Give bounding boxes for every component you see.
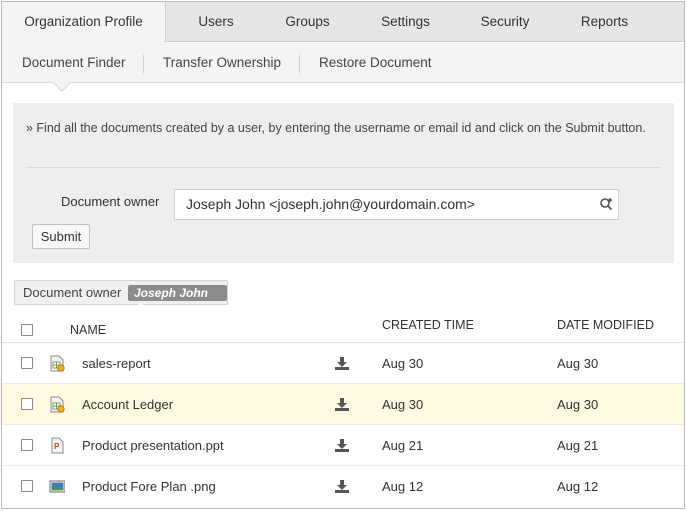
owner-filter-chip: Document owner Joseph John @ xyxy=(14,280,228,316)
divider xyxy=(143,55,144,73)
table-row[interactable]: P Product presentation.ppt Aug 21 Aug 21 xyxy=(2,425,684,466)
file-name[interactable]: Product presentation.ppt xyxy=(82,438,224,453)
tab-users[interactable]: Users xyxy=(166,2,266,42)
table-row[interactable]: sales-report Aug 30 Aug 30 xyxy=(2,343,684,384)
date-modified: Aug 21 xyxy=(557,438,599,453)
document-owner-input[interactable]: Joseph John <joseph.john@yourdomain.com> xyxy=(174,189,619,220)
divider xyxy=(26,167,661,168)
file-name[interactable]: Account Ledger xyxy=(82,397,173,412)
created-time: Aug 12 xyxy=(382,479,424,494)
date-modified: Aug 30 xyxy=(557,397,599,412)
divider xyxy=(299,55,300,73)
row-checkbox[interactable] xyxy=(21,357,33,369)
tab-reports[interactable]: Reports xyxy=(548,2,661,42)
created-time: Aug 21 xyxy=(382,438,424,453)
tab-groups[interactable]: Groups xyxy=(266,2,349,42)
row-checkbox[interactable] xyxy=(21,480,33,492)
file-name[interactable]: Product Fore Plan .png xyxy=(82,479,216,494)
tab-settings[interactable]: Settings xyxy=(349,2,462,42)
subtab-document-finder[interactable]: Document Finder xyxy=(22,43,126,83)
spreadsheet-icon xyxy=(50,355,65,372)
download-icon[interactable] xyxy=(334,396,350,412)
column-created-time[interactable]: CREATED TIME xyxy=(382,318,474,332)
table-row[interactable]: Account Ledger Aug 30 Aug 30 xyxy=(2,384,684,425)
date-modified: Aug 30 xyxy=(557,356,599,371)
column-name[interactable]: NAME xyxy=(70,323,106,337)
owner-tag[interactable]: Joseph John @ xyxy=(128,285,227,316)
column-date-modified[interactable]: DATE MODIFIED xyxy=(557,318,654,332)
subtab-restore-document[interactable]: Restore Document xyxy=(319,43,432,83)
document-owner-label: Document owner xyxy=(61,194,160,209)
download-icon[interactable] xyxy=(334,437,350,453)
active-subtab-pointer xyxy=(54,82,70,90)
date-modified: Aug 12 xyxy=(557,479,599,494)
filter-label: Document owner xyxy=(23,285,122,300)
image-icon xyxy=(49,480,65,493)
submit-button[interactable]: Submit xyxy=(32,224,90,249)
spreadsheet-icon xyxy=(50,396,65,413)
tab-organization-profile[interactable]: Organization Profile xyxy=(2,2,166,43)
finder-hint: » Find all the documents created by a us… xyxy=(26,121,646,135)
table-row[interactable]: Product Fore Plan .png Aug 12 Aug 12 xyxy=(2,466,684,507)
row-checkbox[interactable] xyxy=(21,439,33,451)
download-icon[interactable] xyxy=(334,478,350,494)
top-tab-bar: Organization Profile Users Groups Settin… xyxy=(2,2,684,43)
download-icon[interactable] xyxy=(334,355,350,371)
user-lookup-icon[interactable] xyxy=(598,196,614,212)
table-header: NAME CREATED TIME DATE MODIFIED xyxy=(2,307,684,343)
file-name[interactable]: sales-report xyxy=(82,356,151,371)
created-time: Aug 30 xyxy=(382,397,424,412)
select-all-checkbox[interactable] xyxy=(21,324,33,336)
finder-panel: » Find all the documents created by a us… xyxy=(13,103,674,263)
tab-security[interactable]: Security xyxy=(462,2,548,42)
created-time: Aug 30 xyxy=(382,356,424,371)
document-finder-window: Organization Profile Users Groups Settin… xyxy=(1,1,685,509)
sub-tab-bar: Document Finder Transfer Ownership Resto… xyxy=(2,43,684,83)
row-checkbox[interactable] xyxy=(21,398,33,410)
presentation-icon: P xyxy=(51,437,64,454)
subtab-transfer-ownership[interactable]: Transfer Ownership xyxy=(163,43,281,83)
svg-text:P: P xyxy=(54,442,60,451)
